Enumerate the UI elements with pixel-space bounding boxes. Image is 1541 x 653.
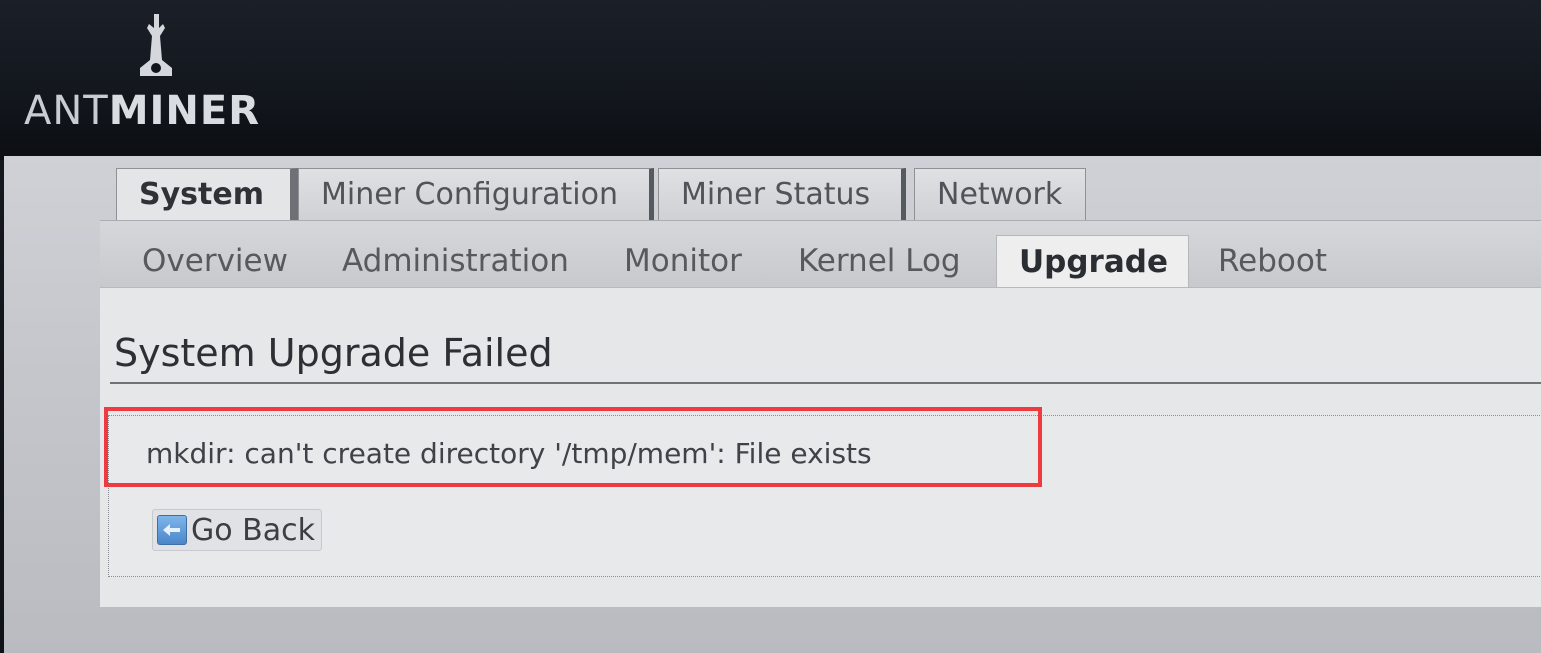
arrow-left-icon <box>157 515 187 545</box>
subtab-kernel-log[interactable]: Kernel Log <box>798 243 961 279</box>
subtab-overview-label: Overview <box>142 243 288 279</box>
subtab-upgrade[interactable]: Upgrade <box>996 235 1189 287</box>
content-panel: Overview Administration Monitor Kernel L… <box>100 220 1541 607</box>
subtab-reboot-label: Reboot <box>1218 243 1327 279</box>
tab-network[interactable]: Network <box>914 168 1086 220</box>
logo-text: ANTMINER <box>24 88 260 134</box>
tab-network-label: Network <box>937 177 1063 212</box>
logo-text-light: ANT <box>24 88 109 134</box>
title-divider <box>110 382 1541 384</box>
tab-miner-configuration-label: Miner Configuration <box>321 177 619 212</box>
logo-text-bold: MINER <box>108 88 261 134</box>
tab-system-label: System <box>139 177 264 212</box>
subtab-reboot[interactable]: Reboot <box>1218 243 1327 279</box>
arrow-left-glyph-icon <box>163 524 180 536</box>
page-title: System Upgrade Failed <box>114 331 553 375</box>
subtab-monitor[interactable]: Monitor <box>624 243 742 279</box>
tab-miner-status-label: Miner Status <box>681 177 871 212</box>
subtab-administration[interactable]: Administration <box>342 243 569 279</box>
go-back-button[interactable]: Go Back <box>152 509 322 551</box>
error-highlight-box <box>104 407 1042 487</box>
subtab-kernel-log-label: Kernel Log <box>798 243 961 279</box>
antminer-logo: ANTMINER <box>24 8 264 134</box>
tab-miner-configuration[interactable]: Miner Configuration <box>298 168 654 220</box>
subtab-monitor-label: Monitor <box>624 243 742 279</box>
antminer-logo-mark-icon <box>140 14 172 76</box>
tab-system[interactable]: System <box>116 168 298 220</box>
go-back-label: Go Back <box>191 512 315 548</box>
header: ANTMINER <box>0 0 1541 160</box>
subtab-overview[interactable]: Overview <box>142 243 288 279</box>
page: ANTMINER System Miner Configuration Mine… <box>0 0 1541 653</box>
subtab-administration-label: Administration <box>342 243 569 279</box>
subtab-upgrade-label: Upgrade <box>1019 244 1168 280</box>
sub-tabs: Overview Administration Monitor Kernel L… <box>100 221 1541 288</box>
tab-miner-status[interactable]: Miner Status <box>658 168 906 220</box>
